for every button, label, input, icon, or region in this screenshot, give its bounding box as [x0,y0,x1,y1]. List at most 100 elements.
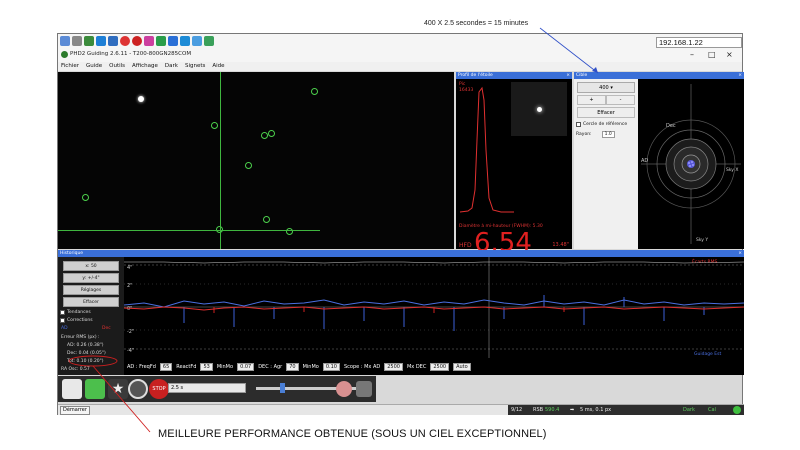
corrections-checkbox[interactable]: Corrections [60,318,93,323]
frame-counter: 9/12 [511,407,523,413]
target-controls: 400 ▾ + - Effacer Cercle de référence Ra… [574,79,638,249]
corrections-label: Corrections [67,318,93,323]
menu-signets[interactable]: Signets [185,62,205,71]
dec-minmo-input[interactable]: 0.10 [322,363,340,371]
star-thumbnail [511,82,567,136]
target-bullseye: Dec AD Sky X Sky Y [641,84,741,244]
connection-status-icon [733,406,741,414]
gamma-slider-handle[interactable] [280,383,285,393]
target-clear-button[interactable]: Effacer [577,107,635,118]
dec-mode-select[interactable]: Auto [453,363,471,371]
guide-params-bar: AD : FreqFd 65 ReactFd 53 MinMo 0.07 DEC… [124,359,744,375]
rms-total: Tot: 0.10 (0.20") [67,359,104,364]
close-icon[interactable]: × [738,250,742,257]
zoom-in-button[interactable]: + [577,95,606,105]
menu-fichier[interactable]: Fichier [61,62,79,71]
loop-icon[interactable] [85,379,105,399]
tool-icon[interactable] [84,36,94,46]
history-settings-button[interactable]: Réglages [63,285,119,295]
dark-lib-icon[interactable] [356,381,372,397]
legend-dec: Dec [102,326,111,331]
axis-skyy-label: Sky Y [696,237,708,243]
stop-icon[interactable]: STOP [149,379,169,399]
menu-dark[interactable]: Dark [165,62,178,71]
camera-view[interactable] [58,72,454,249]
download-icon[interactable] [156,36,166,46]
history-clear-button[interactable]: Effacer [63,297,119,307]
max-dec-input[interactable]: 2500 [430,363,450,371]
menu-aide[interactable]: Aide [212,62,224,71]
cal-status: Cal [708,407,716,413]
axis-dec-label: Dec [666,123,676,129]
trends-checkbox[interactable]: Tendances [60,310,91,315]
target-scale-select[interactable]: 400 ▾ [577,82,635,93]
info-icon[interactable] [120,36,130,46]
close-circle-icon[interactable] [132,36,142,46]
checkbox-icon[interactable] [576,122,581,127]
close-icon[interactable]: × [566,72,570,79]
star-marker [82,194,89,201]
star-profile-title-text: Profil de l'étoile [458,73,493,78]
usb-icon[interactable] [62,379,82,399]
phd2-window: PHD2 Guiding 2.6.11 - T200-800GN285COM 1… [57,33,745,415]
scope-max-ra-label: Scope : Mx AD [343,364,381,370]
auto-select-star-icon[interactable]: ★ [108,379,128,399]
monitor-icon[interactable] [168,36,178,46]
y-tick: 0" [127,306,132,312]
minimize-button[interactable]: – [690,50,694,59]
phd-logo-icon [61,51,68,58]
rms-dec: Dec: 0.04 (0.05") [67,351,106,356]
ip-address-field[interactable]: 192.168.1.22 [656,37,742,48]
y-tick: -4" [127,348,134,354]
grid-icon[interactable] [108,36,118,46]
radius-input[interactable]: 1.0 [601,131,615,138]
display-icon[interactable] [192,36,202,46]
ra-minmo-input[interactable]: 0.07 [237,363,255,371]
title-bar: PHD2 Guiding 2.6.11 - T200-800GN285COM 1… [58,34,742,62]
y-scale-select[interactable]: y: +/-4" [63,273,119,283]
star-profile-panel: Profil de l'étoile × Pic 16433 Diamètre … [456,72,572,258]
rms-ra: AD: 0.26 (0.38") [67,343,104,348]
dec-correction-bars [213,307,565,313]
status-right: 9/12 RSB 590.4 ➡ 5 ms, 0.1 px Dark Cal [508,405,744,415]
dec-agr-input[interactable]: 70 [286,363,299,371]
menu-affichage[interactable]: Affichage [132,62,158,71]
react-input[interactable]: 53 [200,363,213,371]
pen-icon[interactable] [144,36,154,46]
menu-outils[interactable]: Outils [109,62,125,71]
arrow-right-icon: ➡ [570,407,575,413]
radius-row: Rayon: 1.0 [576,131,615,138]
max-ra-input[interactable]: 2500 [384,363,403,371]
checkbox-icon[interactable] [60,318,65,323]
x-scale-select[interactable]: x: 50 [63,261,119,271]
legend-ra: AD [61,326,68,331]
ref-circle-checkbox[interactable]: Cercle de référence [576,122,627,127]
ra-freq-input[interactable]: 65 [159,363,173,371]
menu-guide[interactable]: Guide [86,62,102,71]
close-icon[interactable]: × [738,72,742,79]
star-marker [263,216,270,223]
app-icon[interactable] [60,36,70,46]
brain-icon[interactable] [336,381,352,397]
guide-icon[interactable] [128,379,148,399]
ra-minmo-label: MinMo [216,364,234,370]
chart-icon[interactable] [96,36,106,46]
camera-icon[interactable] [180,36,190,46]
annotation-bottom: MEILLEURE PERFORMANCE OBTENUE (SOUS UN C… [158,428,547,440]
zoom-out-button[interactable]: - [606,95,635,105]
star-marker [211,122,218,129]
star-marker [268,130,275,137]
max-dec-label: Mx DEC [406,364,427,370]
status-bar: Démarrer 9/12 RSB 590.4 ➡ 5 ms, 0.1 px D… [58,404,744,415]
checkbox-icon[interactable] [60,310,65,315]
maximize-button[interactable]: □ [708,50,716,59]
gear-icon[interactable] [72,36,82,46]
chat-icon[interactable] [204,36,214,46]
rms-title: Erreur RMS (px) : [61,335,100,340]
exposure-select[interactable]: 2.5 s [168,383,246,393]
taskbar-icons [60,36,214,46]
target-panel: Cible × 400 ▾ + - Effacer Cercle de réfé… [574,72,744,249]
hfd-arcsec: 13.48" [552,242,569,248]
target-title: Cible × [574,72,744,79]
close-button[interactable]: × [726,50,733,59]
